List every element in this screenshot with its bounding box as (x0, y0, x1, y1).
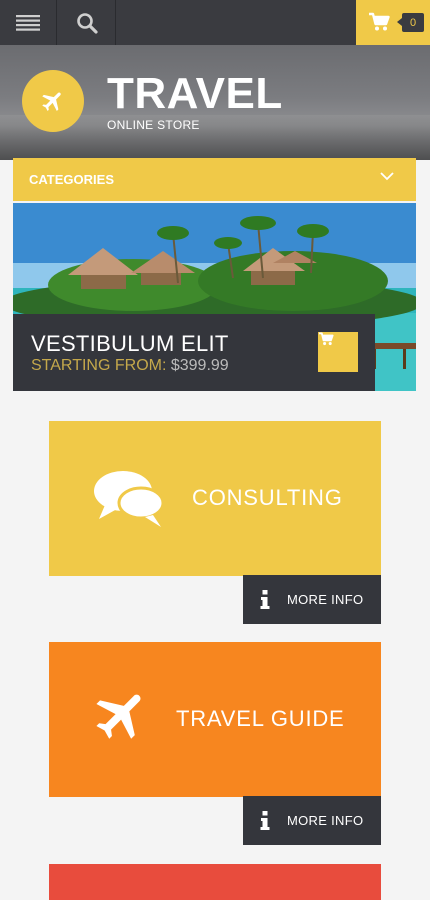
top-bar: 0 (0, 0, 430, 45)
hamburger-menu-icon (16, 14, 40, 31)
shopping-cart-icon (369, 12, 390, 31)
cart-count-badge: 0 (397, 13, 424, 32)
consulting-tile[interactable]: CONSULTING (49, 421, 381, 576)
banner-price: STARTING FROM: $399.99 (31, 357, 229, 375)
more-info-button[interactable]: MORE INFO (243, 575, 381, 624)
banner-caption: VESTIBULUM ELIT STARTING FROM: $399.99 (13, 314, 375, 391)
site-header: TRAVEL ONLINE STORE (0, 45, 430, 160)
airplane-icon (42, 92, 61, 111)
more-info-label: MORE INFO (287, 813, 364, 828)
info-icon (260, 590, 270, 609)
featured-banner[interactable]: VESTIBULUM ELIT STARTING FROM: $399.99 (13, 203, 416, 391)
more-info-button[interactable]: MORE INFO (243, 796, 381, 845)
chevron-down-icon (380, 172, 394, 181)
categories-label: CATEGORIES (29, 172, 114, 187)
travel-guide-tile[interactable]: TRAVEL GUIDE (49, 642, 381, 797)
tile-label: TRAVEL GUIDE (176, 706, 345, 731)
shopping-cart-icon (319, 332, 334, 346)
more-info-label: MORE INFO (287, 592, 364, 607)
categories-dropdown[interactable]: CATEGORIES (13, 158, 416, 201)
search-button[interactable] (58, 0, 116, 45)
logo[interactable] (22, 70, 84, 132)
tile-label: CONSULTING (192, 485, 343, 510)
banner-title[interactable]: VESTIBULUM ELIT (31, 331, 229, 357)
info-icon (260, 811, 270, 830)
menu-button[interactable] (0, 0, 57, 45)
speech-bubbles-icon (94, 471, 165, 527)
add-to-cart-button[interactable] (318, 332, 358, 372)
third-tile[interactable] (49, 864, 381, 900)
price-label: STARTING FROM: (31, 357, 167, 374)
site-title[interactable]: TRAVEL (107, 71, 283, 117)
airplane-icon (96, 694, 141, 739)
search-icon (76, 12, 98, 34)
site-subtitle: ONLINE STORE (107, 118, 200, 132)
price-value: $399.99 (170, 357, 229, 374)
